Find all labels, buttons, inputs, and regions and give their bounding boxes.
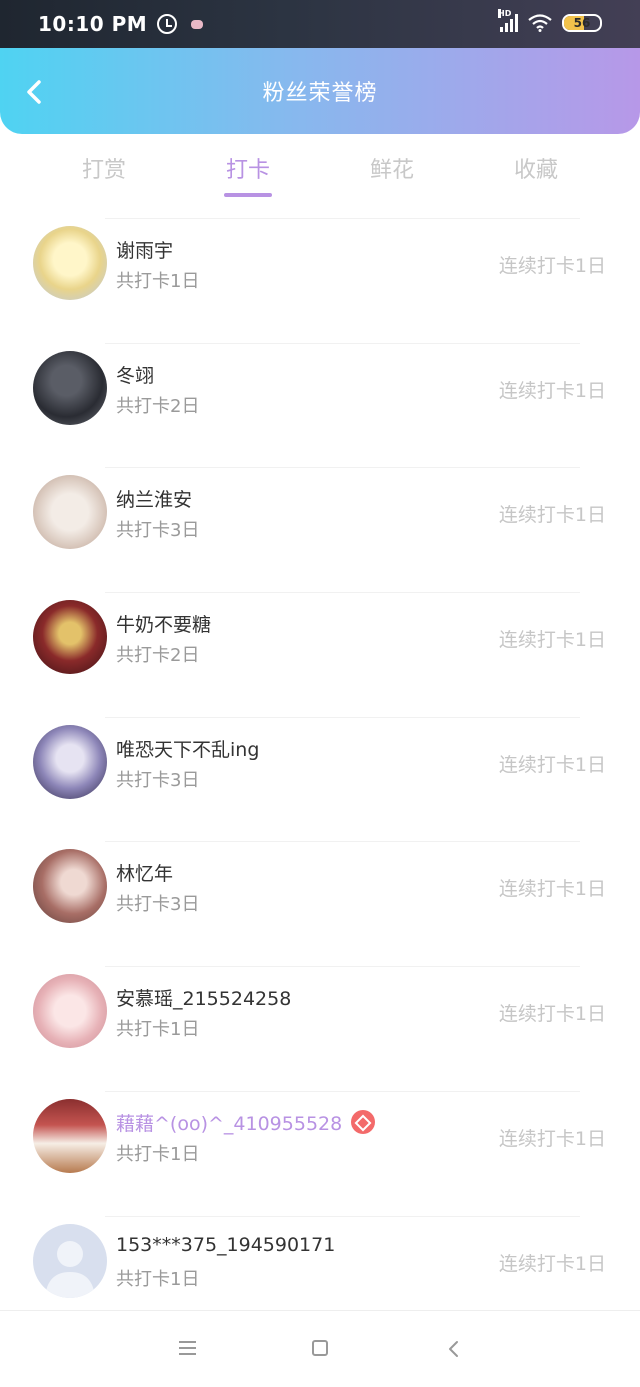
list-item[interactable]: 冬翊 共打卡2日 连续打卡1日 (0, 342, 640, 468)
fan-name: 牛奶不要糖 (116, 614, 212, 637)
fan-name-row: 藉藉^(oo)^_410955528 (116, 1109, 376, 1136)
list-item[interactable]: 安慕瑶_215524258 共打卡1日 连续打卡1日 (0, 966, 640, 1091)
status-time: 10:10 PM (38, 12, 148, 36)
fan-name: 唯恐天下不乱ing (116, 738, 260, 761)
list-item[interactable]: 谢雨宇 共打卡1日 连续打卡1日 (0, 218, 640, 343)
list-item[interactable]: 牛奶不要糖 共打卡2日 连续打卡1日 (0, 592, 640, 717)
total-checkins: 共打卡2日 (116, 395, 200, 417)
alarm-icon (157, 14, 178, 34)
total-checkins: 共打卡1日 (116, 271, 200, 292)
total-checkins: 共打卡1日 (116, 1143, 200, 1165)
streak-label: 连续打卡1日 (498, 1003, 606, 1026)
avatar[interactable] (33, 475, 107, 550)
avatar[interactable] (33, 350, 107, 425)
fan-list: 谢雨宇 共打卡1日 连续打卡1日 冬翊 共打卡2日 连续打卡1日 纳兰淮安 共打… (0, 218, 640, 1340)
total-checkins: 共打卡3日 (116, 769, 200, 791)
battery-level: 56 (573, 16, 591, 30)
avatar[interactable] (33, 1098, 107, 1173)
fan-name: 冬翊 (116, 364, 155, 387)
total-checkins: 共打卡3日 (116, 894, 200, 916)
streak-label: 连续打卡1日 (498, 629, 606, 652)
fan-name: 藉藉^(oo)^_410955528 (116, 1112, 343, 1135)
fan-name: 纳兰淮安 (116, 489, 193, 512)
page-header: 粉丝荣誉榜 (0, 48, 640, 134)
streak-label: 连续打卡1日 (498, 504, 606, 527)
network-type: HD (498, 9, 512, 18)
battery-icon: 56 (562, 14, 602, 32)
fan-name: 153***375_194590171 (116, 1233, 336, 1256)
default-avatar-icon[interactable] (33, 1223, 107, 1298)
list-item[interactable]: 纳兰淮安 共打卡3日 连续打卡1日 (0, 467, 640, 592)
status-bar: 10:10 PM HD 56 (0, 0, 640, 48)
streak-label: 连续打卡1日 (498, 379, 606, 402)
list-item[interactable]: 唯恐天下不乱ing 共打卡3日 连续打卡1日 (0, 716, 640, 842)
avatar[interactable] (33, 226, 107, 300)
list-item[interactable]: 林忆年 共打卡3日 连续打卡1日 (0, 841, 640, 966)
active-tab-indicator (224, 193, 272, 197)
streak-label: 连续打卡1日 (498, 878, 606, 901)
wifi-icon (528, 14, 552, 32)
back-button[interactable] (22, 78, 46, 106)
system-nav-bar (0, 1310, 640, 1387)
fan-name: 林忆年 (116, 863, 174, 886)
tab-tips[interactable]: 打赏 (64, 152, 144, 184)
total-checkins: 共打卡1日 (116, 1019, 200, 1041)
page-title: 粉丝荣誉榜 (262, 81, 378, 106)
fan-name: 安慕瑶_215524258 (116, 988, 292, 1011)
streak-label: 连续打卡1日 (498, 1252, 606, 1275)
tab-favorites[interactable]: 收藏 (496, 152, 576, 184)
diamond-badge-icon (351, 1110, 376, 1135)
list-item[interactable]: 藉藉^(oo)^_410955528 共打卡1日 连续打卡1日 (0, 1090, 640, 1216)
tab-checkin[interactable]: 打卡 (208, 152, 288, 184)
fan-name: 谢雨宇 (116, 240, 174, 262)
streak-label: 连续打卡1日 (498, 753, 606, 776)
avatar[interactable] (33, 600, 107, 675)
total-checkins: 共打卡2日 (116, 645, 200, 667)
streak-label: 连续打卡1日 (498, 255, 606, 277)
signal-icon: HD (498, 9, 518, 32)
back-icon[interactable] (447, 1340, 459, 1358)
avatar[interactable] (33, 974, 107, 1049)
total-checkins: 共打卡3日 (116, 520, 200, 542)
menu-icon[interactable] (179, 1341, 196, 1355)
avatar[interactable] (33, 724, 107, 799)
message-icon (191, 19, 204, 29)
avatar[interactable] (33, 849, 107, 924)
streak-label: 连续打卡1日 (498, 1127, 606, 1150)
total-checkins: 共打卡1日 (116, 1268, 200, 1290)
tab-bar: 打赏 打卡 鲜花 收藏 (0, 134, 640, 204)
tab-flowers[interactable]: 鲜花 (352, 152, 432, 184)
home-icon[interactable] (312, 1340, 328, 1356)
